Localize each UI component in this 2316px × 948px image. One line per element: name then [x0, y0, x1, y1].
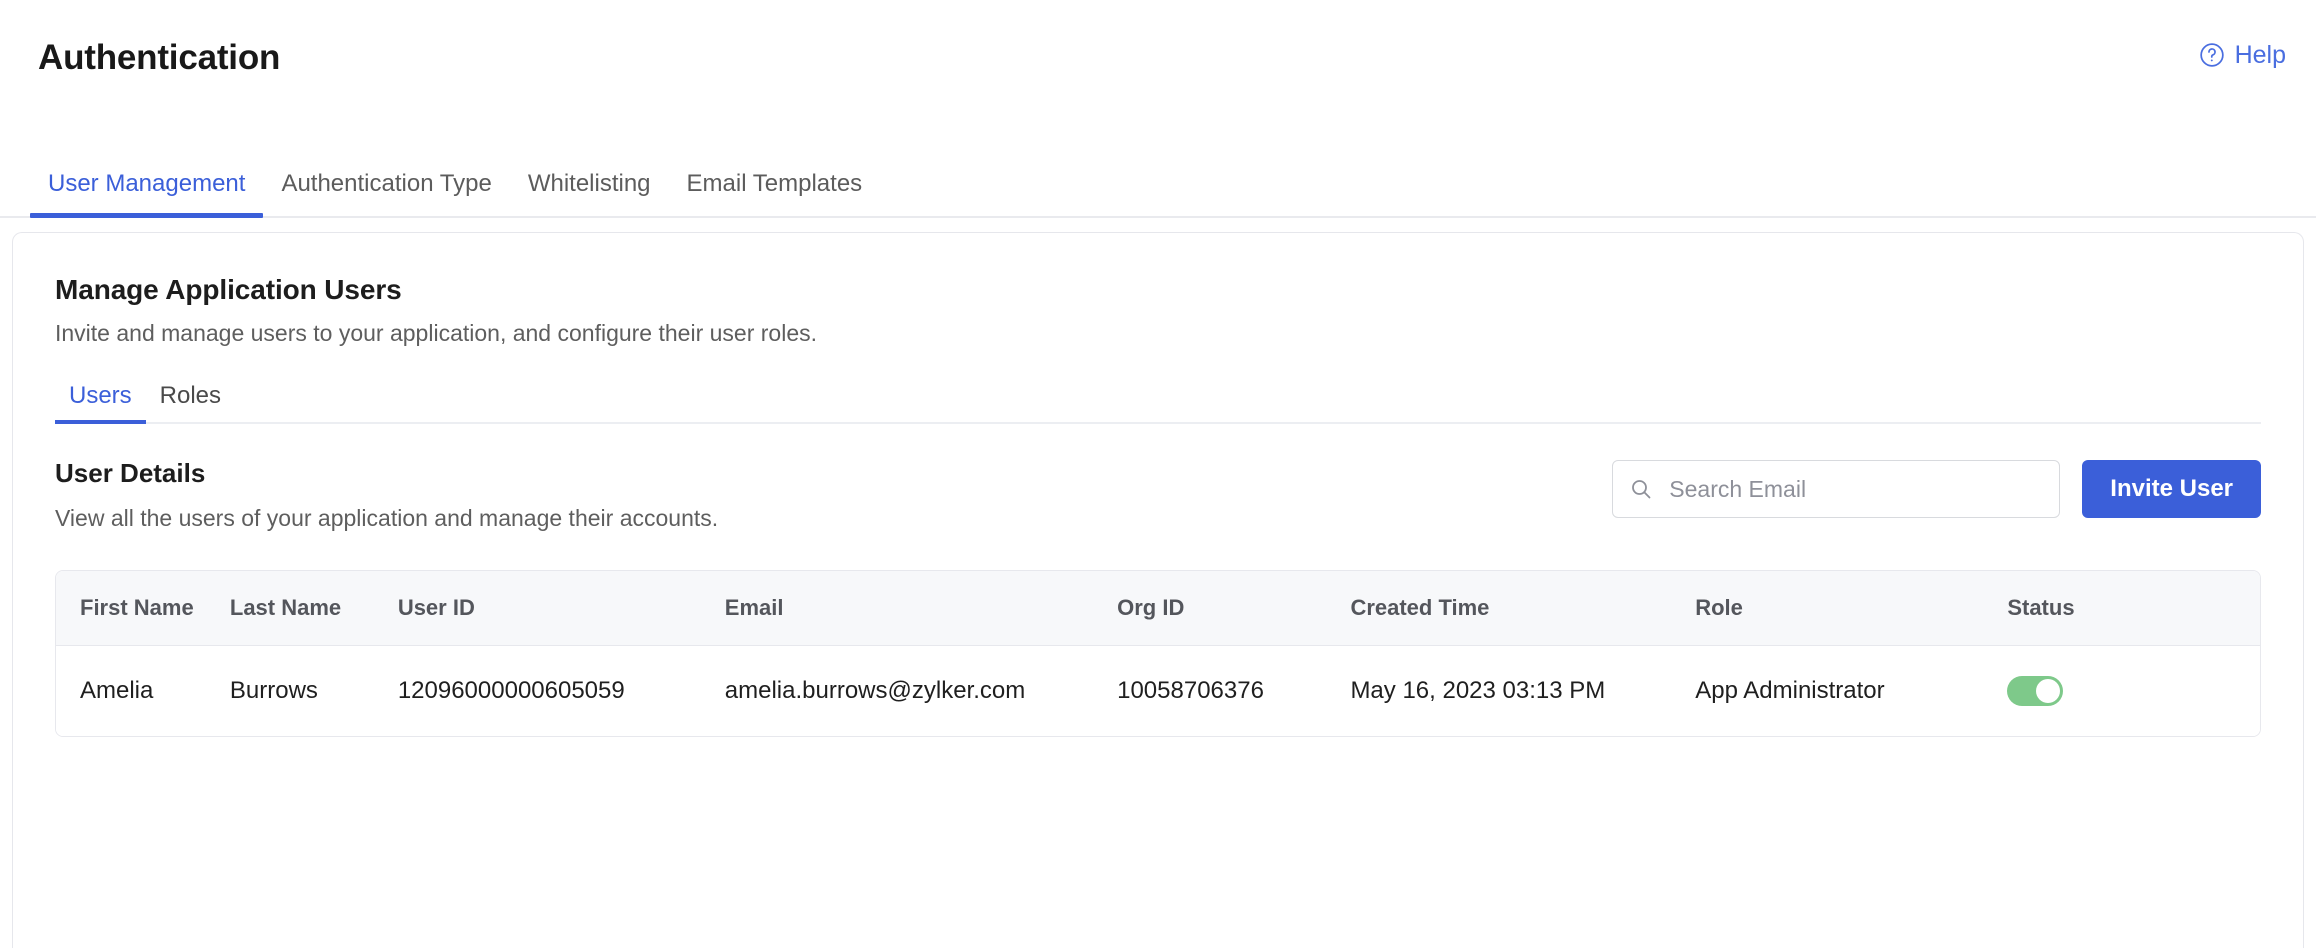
- tab-authentication-type[interactable]: Authentication Type: [263, 172, 509, 216]
- user-table: First Name Last Name User ID Email Org I…: [56, 571, 2260, 736]
- status-toggle[interactable]: [2007, 676, 2063, 706]
- subtab-label: Users: [69, 382, 132, 409]
- secondary-tabs: Users Roles: [55, 372, 2261, 424]
- manage-users-subtitle: Invite and manage users to your applicat…: [55, 319, 2261, 349]
- app-header: Authentication Help: [0, 0, 2316, 133]
- help-link[interactable]: Help: [2199, 42, 2286, 68]
- cell-status: [2007, 645, 2260, 736]
- user-details-subtitle: View all the users of your application a…: [55, 504, 718, 534]
- user-details-header: User Details View all the users of your …: [55, 458, 2261, 533]
- subtab-users[interactable]: Users: [55, 384, 146, 422]
- subtab-label: Roles: [160, 382, 221, 409]
- cell-org-id: 10058706376: [1117, 645, 1350, 736]
- tab-label: Email Templates: [687, 170, 863, 197]
- cell-role: App Administrator: [1695, 645, 2007, 736]
- cell-email: amelia.burrows@zylker.com: [725, 645, 1117, 736]
- column-header-email[interactable]: Email: [725, 571, 1117, 646]
- user-table-container: First Name Last Name User ID Email Org I…: [55, 570, 2261, 737]
- user-table-head: First Name Last Name User ID Email Org I…: [56, 571, 2260, 646]
- tab-email-templates[interactable]: Email Templates: [669, 172, 881, 216]
- invite-user-button[interactable]: Invite User: [2082, 460, 2261, 518]
- user-details-title: User Details: [55, 458, 718, 489]
- tab-user-management[interactable]: User Management: [30, 172, 263, 216]
- table-row[interactable]: Amelia Burrows 12096000000605059 amelia.…: [56, 645, 2260, 736]
- column-header-status[interactable]: Status: [2007, 571, 2260, 646]
- table-header-row: First Name Last Name User ID Email Org I…: [56, 571, 2260, 646]
- page-title: Authentication: [38, 40, 280, 75]
- tab-label: Authentication Type: [281, 170, 491, 197]
- page-body: Manage Application Users Invite and mana…: [0, 218, 2316, 908]
- search-email-box[interactable]: [1612, 460, 2060, 518]
- cell-created-time: May 16, 2023 03:13 PM: [1350, 645, 1695, 736]
- search-input[interactable]: [1667, 475, 2043, 504]
- column-header-role[interactable]: Role: [1695, 571, 2007, 646]
- tab-whitelisting[interactable]: Whitelisting: [510, 172, 669, 216]
- cell-user-id: 12096000000605059: [398, 645, 725, 736]
- tab-label: Whitelisting: [528, 170, 651, 197]
- user-table-body: Amelia Burrows 12096000000605059 amelia.…: [56, 645, 2260, 736]
- user-management-card: Manage Application Users Invite and mana…: [12, 232, 2304, 948]
- column-header-user-id[interactable]: User ID: [398, 571, 725, 646]
- tab-label: User Management: [48, 170, 245, 197]
- primary-tabs: User Management Authentication Type Whit…: [0, 133, 2316, 218]
- question-circle-icon: [2199, 42, 2225, 68]
- status-toggle-knob: [2036, 679, 2060, 703]
- column-header-first-name[interactable]: First Name: [56, 571, 230, 646]
- manage-users-title: Manage Application Users: [55, 273, 2261, 307]
- cell-last-name: Burrows: [230, 645, 398, 736]
- column-header-org-id[interactable]: Org ID: [1117, 571, 1350, 646]
- help-label: Help: [2235, 43, 2286, 68]
- subtab-roles[interactable]: Roles: [146, 384, 235, 422]
- column-header-last-name[interactable]: Last Name: [230, 571, 398, 646]
- cell-first-name: Amelia: [56, 645, 230, 736]
- search-icon: [1629, 477, 1653, 501]
- column-header-created-time[interactable]: Created Time: [1350, 571, 1695, 646]
